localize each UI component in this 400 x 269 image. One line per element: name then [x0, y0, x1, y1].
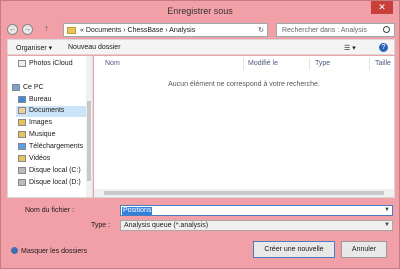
- organize-button[interactable]: Organiser ▾: [16, 44, 52, 52]
- sidebar-item-label: Ce PC: [23, 84, 44, 91]
- save-button[interactable]: Créer une nouvelle: [253, 241, 335, 258]
- breadcrumb-item-analysis[interactable]: Analysis: [169, 27, 195, 34]
- help-icon[interactable]: ?: [379, 43, 388, 52]
- sidebar-item-label: Documents: [29, 107, 65, 114]
- search-input[interactable]: Rechercher dans : Analysis: [276, 23, 395, 37]
- documents-folder-icon: [18, 107, 26, 114]
- chevron-down-icon[interactable]: ▼: [384, 207, 390, 213]
- column-header-type[interactable]: Type: [315, 60, 330, 67]
- sidebar-scrollbar[interactable]: [86, 56, 92, 197]
- column-divider[interactable]: [369, 58, 370, 70]
- sidebar-item-label: Musique: [29, 131, 56, 138]
- hide-folders-label: Masquer les dossiers: [21, 248, 88, 255]
- column-header-name[interactable]: Nom: [105, 60, 120, 67]
- folder-icon: [67, 27, 76, 34]
- sidebar-item-label: Images: [29, 119, 52, 126]
- breadcrumb-separator[interactable]: ›: [165, 27, 167, 34]
- chevron-up-icon: [11, 247, 18, 254]
- chevron-down-icon[interactable]: ▼: [384, 222, 390, 228]
- drive-icon: [18, 179, 26, 186]
- cloud-icon: [18, 60, 26, 67]
- drive-icon: [18, 167, 26, 174]
- sidebar-item-label: Vidéos: [29, 155, 51, 162]
- close-button[interactable]: ✕: [371, 1, 393, 14]
- refresh-icon[interactable]: ↻: [258, 26, 264, 34]
- breadcrumb-separator[interactable]: ›: [123, 27, 125, 34]
- title-bar: Enregistrer sous ✕: [1, 1, 399, 23]
- new-folder-button[interactable]: Nouveau dossier: [68, 44, 121, 51]
- back-button[interactable]: ←: [7, 24, 18, 35]
- column-divider[interactable]: [243, 58, 244, 70]
- file-type-select[interactable]: Analysis queue (*.analysis) ▼: [120, 220, 393, 231]
- save-dialog: Enregistrer sous ✕ ← → ↑ « Documents › C…: [0, 0, 400, 269]
- breadcrumb-item-chessbase[interactable]: ChessBase: [128, 27, 164, 34]
- type-label: Type :: [91, 222, 111, 229]
- sidebar-item-documents[interactable]: Documents: [16, 106, 86, 117]
- address-bar[interactable]: « Documents › ChessBase › Analysis ↻: [63, 23, 268, 37]
- sidebar-item-label: Photos iCloud: [29, 60, 73, 67]
- downloads-folder-icon: [18, 143, 26, 150]
- scrollbar-thumb[interactable]: [104, 191, 384, 195]
- search-icon: [383, 26, 390, 33]
- filename-label: Nom du fichier :: [25, 207, 75, 214]
- sidebar-item-label: Téléchargements: [29, 143, 84, 150]
- column-header-modified[interactable]: Modifié le: [248, 60, 278, 67]
- filename-value: Positions: [122, 207, 153, 215]
- breadcrumb-prefix: «: [80, 27, 84, 34]
- breadcrumb: « Documents › ChessBase › Analysis: [80, 27, 195, 34]
- search-placeholder: Rechercher dans : Analysis: [282, 27, 367, 34]
- column-header-size[interactable]: Taille: [375, 60, 391, 67]
- horizontal-scrollbar[interactable]: [94, 189, 394, 197]
- desktop-folder-icon: [18, 96, 26, 103]
- sidebar-item-label: Bureau: [29, 96, 52, 103]
- hide-folders-button[interactable]: Masquer les dossiers: [11, 247, 87, 255]
- file-type-value: Analysis queue (*.analysis): [124, 222, 209, 229]
- window-title: Enregistrer sous: [167, 6, 233, 16]
- navigation-pane: Photos iCloud Ce PC Bureau Documents Ima…: [7, 56, 93, 198]
- videos-folder-icon: [18, 155, 26, 162]
- column-divider[interactable]: [309, 58, 310, 70]
- filename-input[interactable]: Positions ▼: [120, 205, 393, 216]
- navigation-row: ← → ↑ « Documents › ChessBase › Analysis…: [7, 23, 395, 37]
- images-folder-icon: [18, 119, 26, 126]
- sidebar-item-label: Disque local (D:): [29, 179, 81, 186]
- view-options-button[interactable]: ☰ ▾: [344, 44, 356, 52]
- computer-icon: [12, 84, 20, 91]
- toolbar: Organiser ▾ Nouveau dossier ☰ ▾ ?: [7, 39, 395, 55]
- music-folder-icon: [18, 131, 26, 138]
- forward-button[interactable]: →: [22, 24, 33, 35]
- empty-message: Aucun élément ne correspond à votre rech…: [168, 81, 320, 88]
- up-button[interactable]: ↑: [41, 24, 52, 35]
- cancel-button[interactable]: Annuler: [341, 241, 387, 258]
- file-list: Nom Modifié le Type Taille Aucun élément…: [94, 56, 395, 198]
- sidebar-item-label: Disque local (C:): [29, 167, 81, 174]
- breadcrumb-item-documents[interactable]: Documents: [86, 27, 121, 34]
- scrollbar-thumb[interactable]: [87, 101, 91, 181]
